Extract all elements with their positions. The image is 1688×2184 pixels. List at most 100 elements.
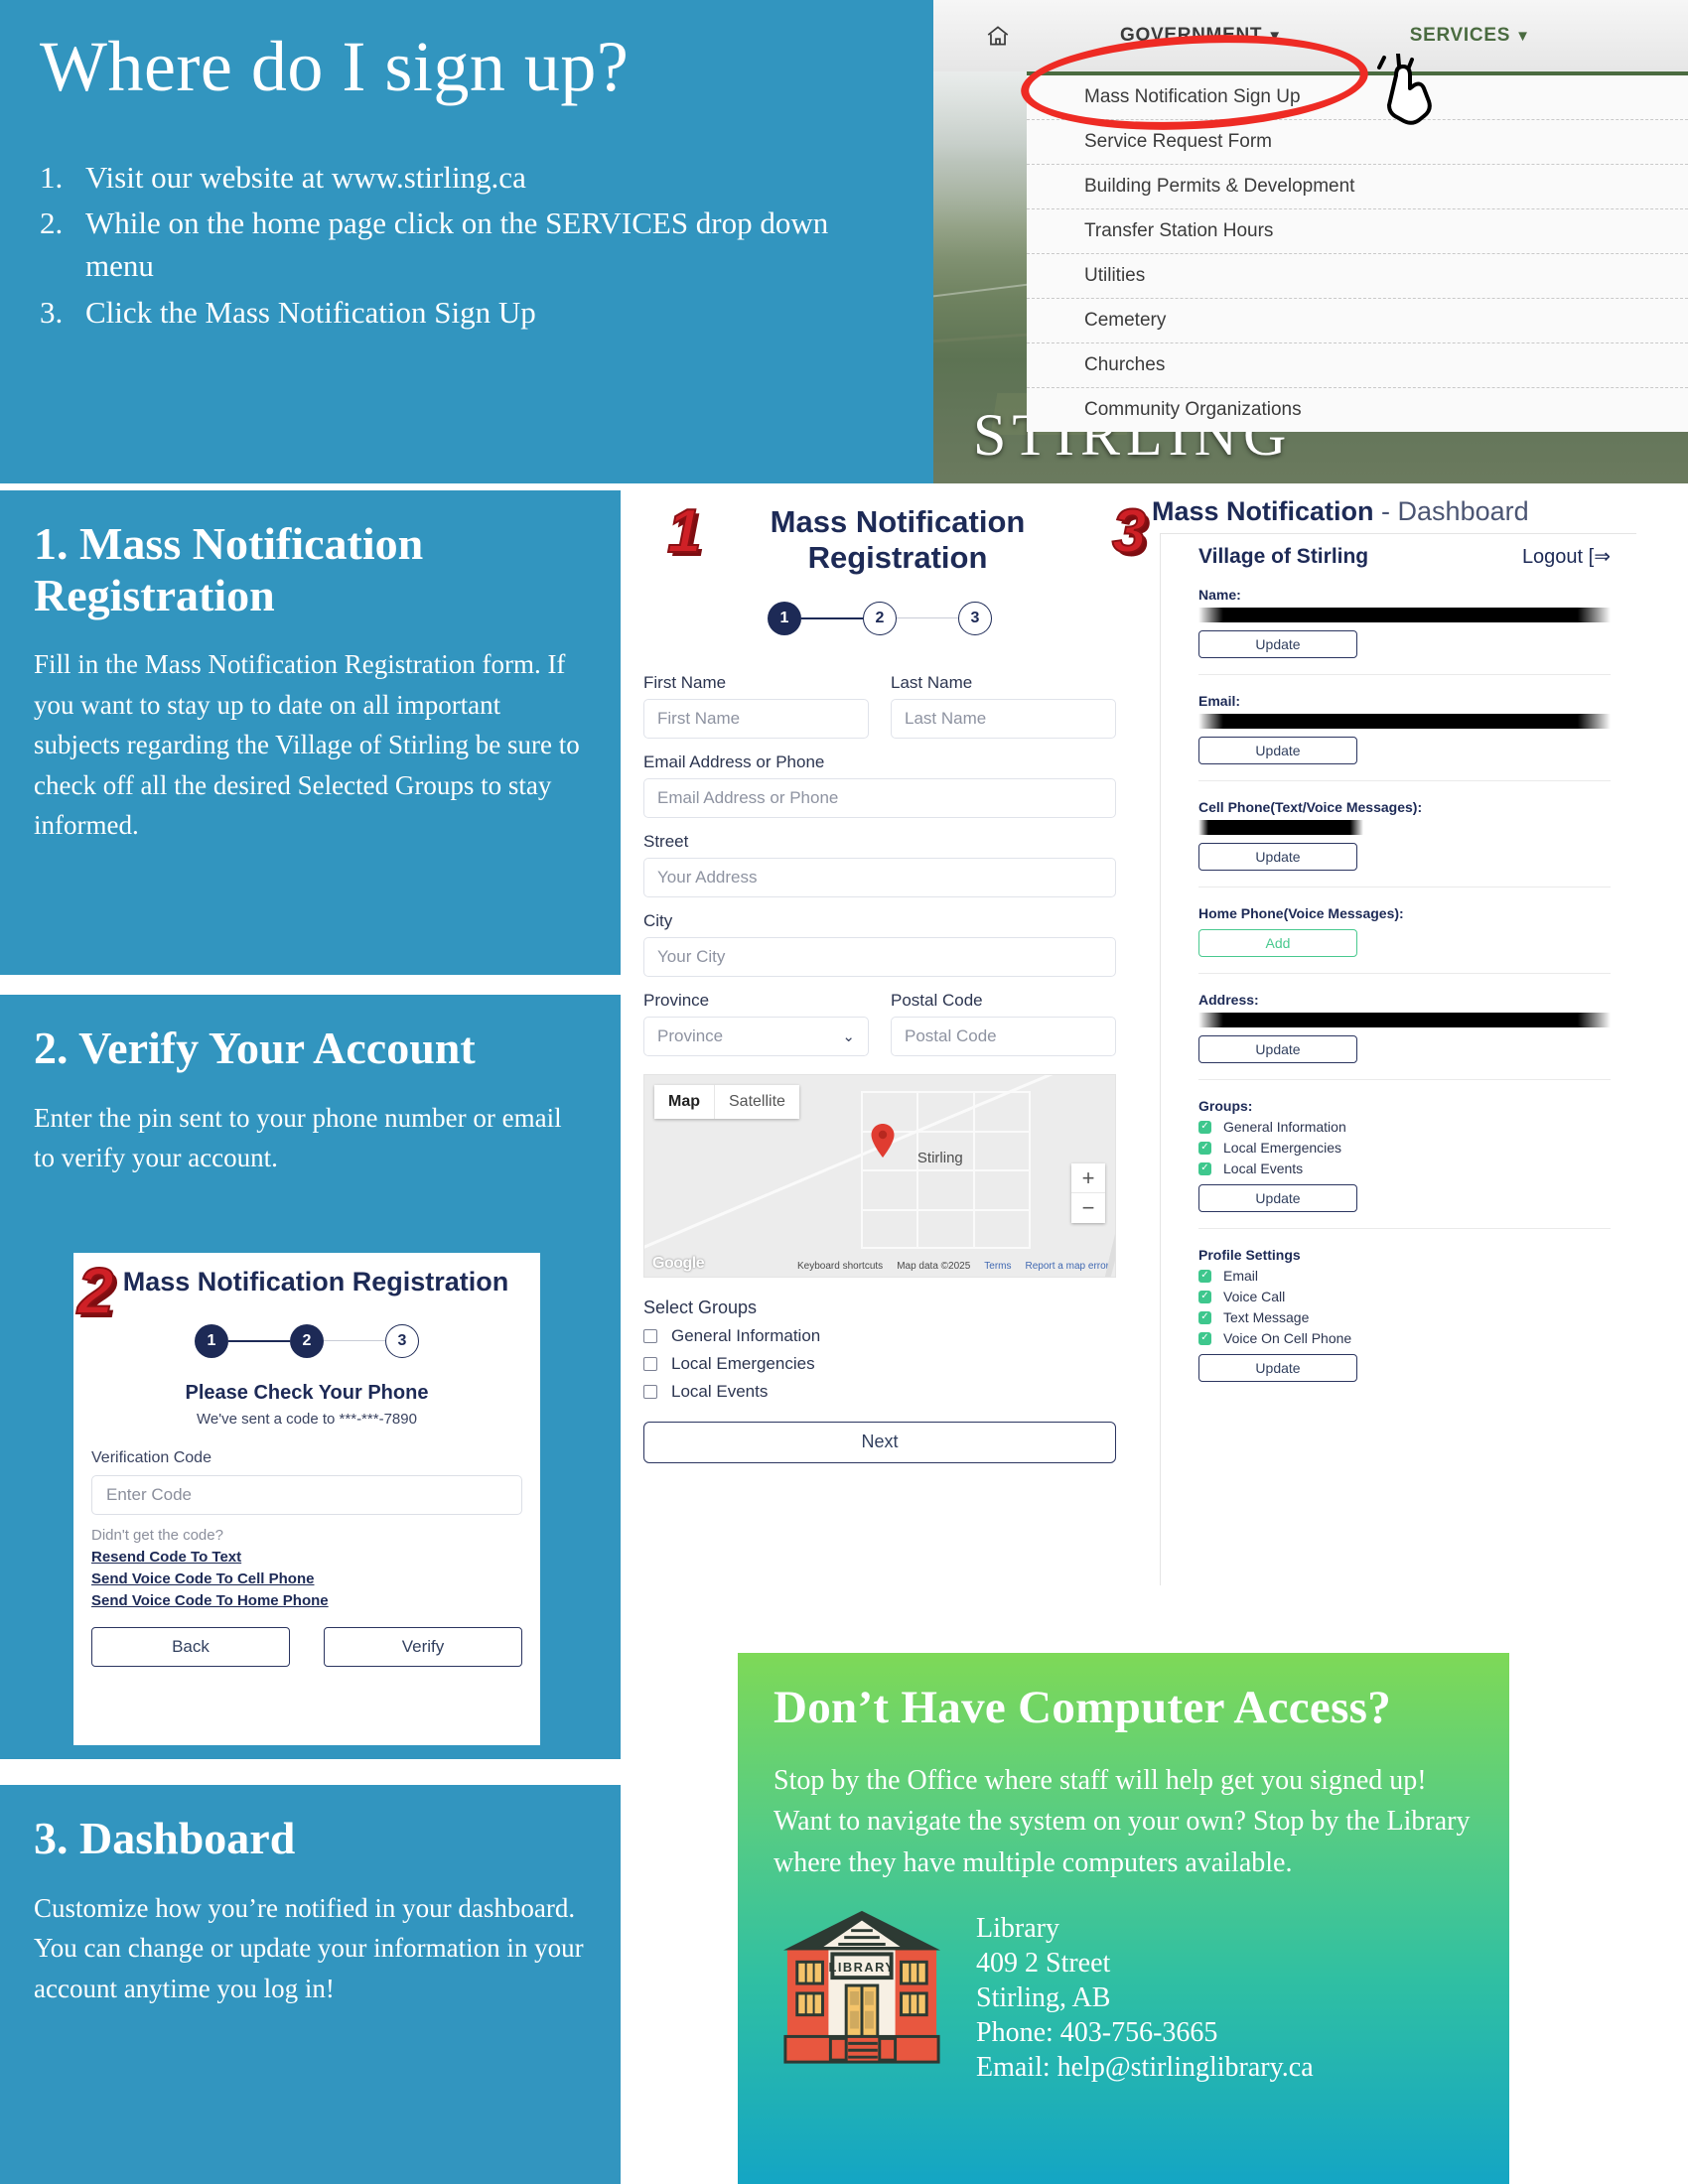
home-icon[interactable] <box>981 19 1015 53</box>
logout-icon: [⇒ <box>1588 546 1611 568</box>
add-home-phone-button[interactable]: Add <box>1198 929 1357 957</box>
menu-item-service-request-form[interactable]: Service Request Form <box>1027 120 1688 165</box>
report-map-error-link[interactable]: Report a map error <box>1026 1261 1109 1272</box>
list-item-label: Click the Mass Notification Sign Up <box>85 294 536 330</box>
group-checkbox-row[interactable]: Local Emergencies <box>643 1354 1116 1374</box>
city-input[interactable]: Your City <box>643 936 1116 977</box>
group-row[interactable]: ✓ Local Events <box>1198 1160 1611 1176</box>
update-groups-button[interactable]: Update <box>1198 1184 1357 1212</box>
profile-option-row[interactable]: ✓ Text Message <box>1198 1309 1611 1325</box>
first-name-label: First Name <box>643 672 727 692</box>
postal-code-field: Postal Code Postal Code <box>891 991 1116 1056</box>
nav-label: GOVERNMENT <box>1120 25 1263 46</box>
group-checkbox-row[interactable]: General Information <box>643 1326 1116 1346</box>
send-voice-code-home-link[interactable]: Send Voice Code To Home Phone <box>91 1592 522 1609</box>
map-tab-satellite[interactable]: Satellite <box>715 1085 799 1119</box>
street-input[interactable]: Your Address <box>643 857 1116 897</box>
checkbox-local-emergencies[interactable]: ✓ <box>1198 1141 1211 1155</box>
map-type-toggle[interactable]: Map Satellite <box>654 1084 799 1119</box>
section-label: Cell Phone(Text/Voice Messages): <box>1198 799 1423 815</box>
list-item-label: Visit our website at www.stirling.ca <box>85 159 526 195</box>
menu-item-transfer-station-hours[interactable]: Transfer Station Hours <box>1027 209 1688 254</box>
step-indicator-3: 3 <box>385 1323 419 1358</box>
update-profile-settings-button[interactable]: Update <box>1198 1354 1357 1382</box>
update-name-button[interactable]: Update <box>1198 630 1357 658</box>
logout-button[interactable]: Logout [⇒ <box>1522 544 1611 569</box>
checkbox-voice-on-cell-phone[interactable]: ✓ <box>1198 1331 1211 1345</box>
profile-option-row[interactable]: ✓ Voice On Cell Phone <box>1198 1330 1611 1346</box>
verification-code-input[interactable]: Enter Code <box>91 1474 522 1515</box>
first-name-field: First Name First Name <box>643 673 869 739</box>
keyboard-shortcuts-link[interactable]: Keyboard shortcuts <box>797 1261 883 1272</box>
group-label: Local Emergencies <box>1223 1140 1342 1156</box>
logout-label: Logout <box>1521 546 1584 568</box>
last-name-input[interactable]: Last Name <box>891 698 1116 739</box>
google-logo: Google <box>652 1254 705 1272</box>
verify-stepper: 1 2 3 <box>91 1323 522 1358</box>
checkbox-text-message[interactable]: ✓ <box>1198 1310 1211 1324</box>
group-label: General Information <box>1223 1119 1346 1135</box>
library-panel-body: Stop by the Office where staff will help… <box>774 1765 1471 1878</box>
redacted-value <box>1198 820 1363 835</box>
next-button[interactable]: Next <box>643 1421 1116 1463</box>
verify-button[interactable]: Verify <box>324 1626 522 1667</box>
location-map[interactable]: Map Satellite Stirling + − Google Keyboa… <box>643 1073 1116 1278</box>
menu-item-churches[interactable]: Churches <box>1027 343 1688 388</box>
first-name-input[interactable]: First Name <box>643 698 869 739</box>
update-cell-phone-button[interactable]: Update <box>1198 843 1357 871</box>
checkbox-email[interactable]: ✓ <box>1198 1269 1211 1283</box>
map-zoom-out-button[interactable]: − <box>1071 1193 1105 1223</box>
profile-option-row[interactable]: ✓ Voice Call <box>1198 1289 1611 1304</box>
verify-card-title: Mass Notification Registration <box>122 1267 509 1297</box>
checkbox-local-events[interactable] <box>643 1384 657 1399</box>
dashboard-screenshot: Mass Notification - Dashboard Village of… <box>1152 496 1648 1585</box>
menu-item-building-permits[interactable]: Building Permits & Development <box>1027 165 1688 209</box>
page-title: Where do I sign up? <box>40 27 630 106</box>
city-field: City Your City <box>643 911 1116 977</box>
map-zoom-in-button[interactable]: + <box>1071 1163 1105 1194</box>
name-row: First Name First Name Last Name Last Nam… <box>643 659 1116 739</box>
map-zoom-controls[interactable]: + − <box>1071 1163 1105 1224</box>
checkbox-voice-call[interactable]: ✓ <box>1198 1290 1211 1303</box>
checkbox-general-information[interactable]: ✓ <box>1198 1120 1211 1134</box>
list-item: 3. Click the Mass Notification Sign Up <box>40 292 894 335</box>
email-or-phone-input[interactable]: Email Address or Phone <box>643 777 1116 818</box>
section-label: Name: <box>1198 587 1241 603</box>
checkbox-local-events[interactable]: ✓ <box>1198 1161 1211 1175</box>
menu-item-mass-notification-sign-up[interactable]: Mass Notification Sign Up <box>1027 75 1688 120</box>
hero-steps-list: 1. Visit our website at www.stirling.ca … <box>40 157 894 335</box>
callout-number-2: 2 <box>76 1253 115 1328</box>
menu-item-community-organizations[interactable]: Community Organizations <box>1027 388 1688 432</box>
update-address-button[interactable]: Update <box>1198 1035 1357 1063</box>
section-label: Home Phone(Voice Messages): <box>1198 905 1404 921</box>
menu-item-cemetery[interactable]: Cemetery <box>1027 299 1688 343</box>
nav-item-government[interactable]: GOVERNMENT ▼ <box>1120 25 1283 47</box>
update-email-button[interactable]: Update <box>1198 737 1357 764</box>
send-voice-code-cell-link[interactable]: Send Voice Code To Cell Phone <box>91 1570 522 1587</box>
dashboard-title-bold: Mass Notification <box>1152 496 1374 526</box>
dashboard-section-cell-phone: Cell Phone(Text/Voice Messages): Update <box>1198 799 1611 887</box>
resend-code-to-text-link[interactable]: Resend Code To Text <box>91 1549 522 1566</box>
terms-link[interactable]: Terms <box>984 1261 1011 1272</box>
section-label: Email: <box>1198 693 1241 709</box>
step-indicator-1: 1 <box>195 1323 228 1358</box>
services-dropdown-menu[interactable]: Mass Notification Sign Up Service Reques… <box>1027 71 1688 432</box>
group-row[interactable]: ✓ Local Emergencies <box>1198 1140 1611 1156</box>
province-select[interactable]: Province ⌄ <box>643 1016 869 1056</box>
panel-body: Fill in the Mass Notification Registrati… <box>34 649 580 841</box>
dashboard-org-name: Village of Stirling <box>1198 545 1369 568</box>
menu-item-utilities[interactable]: Utilities <box>1027 254 1688 299</box>
back-button[interactable]: Back <box>91 1626 290 1667</box>
callout-number-3: 3 <box>1111 496 1148 567</box>
registration-form-card: Mass Notification Registration 1 2 3 Fir… <box>622 490 1138 1602</box>
postal-code-input[interactable]: Postal Code <box>891 1016 1116 1056</box>
map-tab-map[interactable]: Map <box>654 1084 715 1119</box>
list-item-number: 2. <box>40 205 64 241</box>
nav-item-services[interactable]: SERVICES ▼ <box>1410 25 1531 47</box>
group-checkbox-row[interactable]: Local Events <box>643 1382 1116 1402</box>
library-panel-title: Don’t Have Computer Access? <box>774 1682 1392 1733</box>
checkbox-local-emergencies[interactable] <box>643 1356 657 1371</box>
checkbox-general-information[interactable] <box>643 1328 657 1343</box>
group-row[interactable]: ✓ General Information <box>1198 1119 1611 1135</box>
profile-option-row[interactable]: ✓ Email <box>1198 1268 1611 1284</box>
